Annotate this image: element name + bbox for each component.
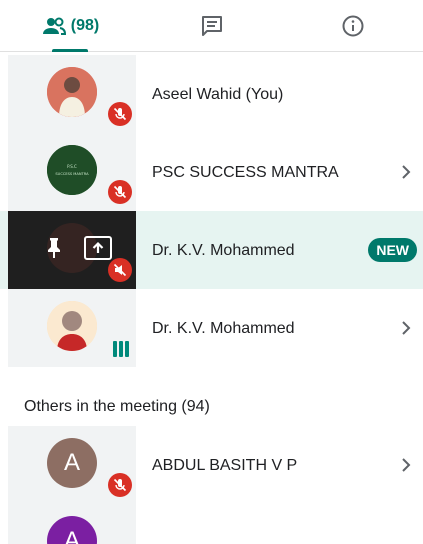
participant-tile bbox=[8, 211, 136, 289]
participant-tile: P.S.C SUCCESS MANTRA bbox=[8, 133, 136, 211]
others-section-title: Others in the meeting (94) bbox=[24, 398, 210, 415]
avatar: P.S.C SUCCESS MANTRA bbox=[47, 145, 97, 195]
participant-tile bbox=[8, 55, 136, 133]
participant-name: Aseel Wahid (You) bbox=[152, 86, 284, 103]
avatar: A bbox=[47, 516, 97, 544]
tab-chat[interactable] bbox=[141, 0, 282, 51]
participant-name: ABDUL BASITH V P bbox=[152, 457, 298, 474]
mic-off-icon bbox=[108, 258, 132, 282]
participant-row[interactable]: A bbox=[0, 504, 423, 544]
mic-off-icon bbox=[108, 180, 132, 204]
participant-tile: A bbox=[8, 426, 136, 504]
avatar-initial: A bbox=[63, 449, 80, 476]
mic-off-icon bbox=[108, 473, 132, 497]
participant-row[interactable]: A ABDUL BASITH V P bbox=[0, 426, 423, 504]
chevron-right-icon[interactable] bbox=[399, 165, 413, 179]
participant-row[interactable]: Aseel Wahid (You) bbox=[0, 55, 423, 133]
people-icon bbox=[42, 17, 66, 35]
chat-icon bbox=[201, 15, 222, 36]
presenting-icon bbox=[84, 236, 112, 260]
participant-name: PSC SUCCESS MANTRA bbox=[152, 164, 339, 181]
chevron-right-icon[interactable] bbox=[399, 458, 413, 472]
participants-tabs: (98) bbox=[0, 0, 423, 52]
participant-row[interactable]: P.S.C SUCCESS MANTRA PSC SUCCESS MANTRA bbox=[0, 133, 423, 211]
svg-text:P.S.C: P.S.C bbox=[67, 164, 77, 169]
mic-off-icon bbox=[108, 102, 132, 126]
people-count: (98) bbox=[70, 16, 100, 34]
info-icon bbox=[342, 15, 363, 36]
avatar bbox=[47, 301, 97, 351]
participant-tile bbox=[8, 289, 136, 367]
participant-name: Dr. K.V. Mohammed bbox=[152, 242, 295, 259]
avatar bbox=[47, 67, 97, 117]
speaking-indicator-icon bbox=[113, 341, 129, 357]
chevron-right-icon[interactable] bbox=[399, 321, 413, 335]
new-badge: NEW bbox=[368, 238, 417, 262]
tab-people[interactable]: (98) bbox=[0, 0, 141, 52]
participant-row[interactable]: Dr. K.V. Mohammed bbox=[0, 289, 423, 367]
participant-tile: A bbox=[8, 504, 136, 544]
participant-row-presenting[interactable]: Dr. K.V. Mohammed bbox=[0, 211, 423, 289]
pin-icon[interactable] bbox=[46, 237, 62, 259]
tab-info[interactable] bbox=[282, 0, 423, 51]
avatar-initial: A bbox=[63, 527, 80, 544]
svg-text:SUCCESS MANTRA: SUCCESS MANTRA bbox=[55, 172, 89, 176]
participant-name: Dr. K.V. Mohammed bbox=[152, 320, 295, 337]
avatar: A bbox=[47, 438, 97, 488]
